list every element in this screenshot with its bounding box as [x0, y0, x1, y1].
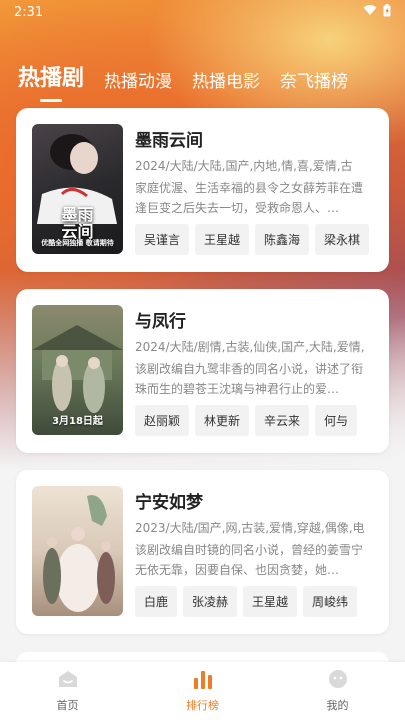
item-description: 家庭优渥、生活幸福的县令之女薛芳菲在遭逢巨变之后失去一切，受救命恩人、… — [135, 181, 364, 215]
poster-image — [32, 486, 123, 616]
ranking-list: 墨雨 云间 优酷全网独播 敬请期待 墨雨云间 2024/大陆/大陆,国产,内地,情… — [16, 108, 389, 651]
item-meta: 2024/大陆/剧情,古装,仙侠,国产,大陆,爱情, — [135, 340, 365, 354]
list-item[interactable]: 3月18日起 与凤行 2024/大陆/剧情,古装,仙侠,国产,大陆,爱情, 该剧… — [16, 289, 389, 453]
actor-tag[interactable]: 张凌赫 — [183, 586, 238, 617]
profile-icon — [327, 669, 349, 693]
actor-tag[interactable]: 王星越 — [195, 224, 250, 255]
actor-list: 赵丽颖 林更新 辛云来 何与 — [135, 405, 373, 436]
actor-tag[interactable]: 何与 — [315, 405, 358, 436]
nav-home-label: 首页 — [56, 699, 79, 712]
actor-tag[interactable]: 陈鑫海 — [255, 224, 310, 255]
tab-hot-drama[interactable]: 热播剧 — [18, 60, 84, 102]
item-title: 墨雨云间 — [135, 131, 203, 151]
poster-caption: 优酷全网独播 敬请期待 — [41, 239, 114, 247]
actor-list: 吴谨言 王星越 陈鑫海 梁永棋 — [135, 224, 373, 255]
category-tabs: 热播剧 热播动漫 热播电影 奈飞播榜 — [18, 60, 368, 102]
item-meta: 2024/大陆/大陆,国产,内地,情,喜,爱情,古 — [135, 159, 353, 173]
bottom-navigation: 首页 排行榜 我的 — [0, 662, 405, 720]
item-meta: 2023/大陆/国产,网,古装,爱情,穿越,偶像,电 — [135, 521, 365, 535]
actor-tag[interactable]: 辛云来 — [255, 405, 310, 436]
wifi-icon — [363, 4, 377, 20]
nav-ranking[interactable]: 排行榜 — [153, 669, 253, 713]
actor-tag[interactable]: 赵丽颖 — [135, 405, 190, 436]
actor-tag[interactable]: 梁永棋 — [315, 224, 370, 255]
home-icon — [57, 669, 79, 693]
nav-profile[interactable]: 我的 — [288, 669, 388, 713]
poster-caption: 3月18日起 — [52, 416, 103, 427]
chart-icon — [192, 669, 214, 693]
battery-icon — [383, 3, 391, 21]
item-title: 宁安如梦 — [135, 493, 203, 513]
item-title: 与凤行 — [135, 312, 186, 332]
poster-image: 3月18日起 — [32, 305, 123, 435]
tab-netflix-chart[interactable]: 奈飞播榜 — [280, 67, 348, 102]
actor-tag[interactable]: 王星越 — [243, 586, 298, 617]
item-description: 该剧改编自九鹭非香的同名小说，讲述了衔珠而生的碧苍王沈璃与神君行止的爱… — [135, 362, 364, 396]
status-time: 2:31 — [14, 4, 44, 20]
actor-tag[interactable]: 吴谨言 — [135, 224, 190, 255]
nav-home[interactable]: 首页 — [18, 669, 118, 713]
status-bar: 2:31 — [0, 0, 405, 24]
tab-hot-anime[interactable]: 热播动漫 — [104, 67, 172, 102]
list-item[interactable]: 墨雨 云间 优酷全网独播 敬请期待 墨雨云间 2024/大陆/大陆,国产,内地,情… — [16, 108, 389, 272]
poster-image: 墨雨 云间 优酷全网独播 敬请期待 — [32, 124, 123, 254]
tab-hot-movie[interactable]: 热播电影 — [192, 67, 260, 102]
item-description: 该剧改编自时镜的同名小说，曾经的姜雪宁无依无靠，因要自保、也因贪婪，她… — [135, 543, 364, 577]
nav-profile-label: 我的 — [326, 699, 349, 712]
nav-ranking-label: 排行榜 — [186, 699, 219, 712]
actor-list: 白鹿 张凌赫 王星越 周峻纬 — [135, 586, 373, 617]
actor-tag[interactable]: 周峻纬 — [303, 586, 358, 617]
list-item[interactable]: 宁安如梦 2023/大陆/国产,网,古装,爱情,穿越,偶像,电 该剧改编自时镜的… — [16, 470, 389, 634]
actor-tag[interactable]: 林更新 — [195, 405, 250, 436]
actor-tag[interactable]: 白鹿 — [135, 586, 178, 617]
